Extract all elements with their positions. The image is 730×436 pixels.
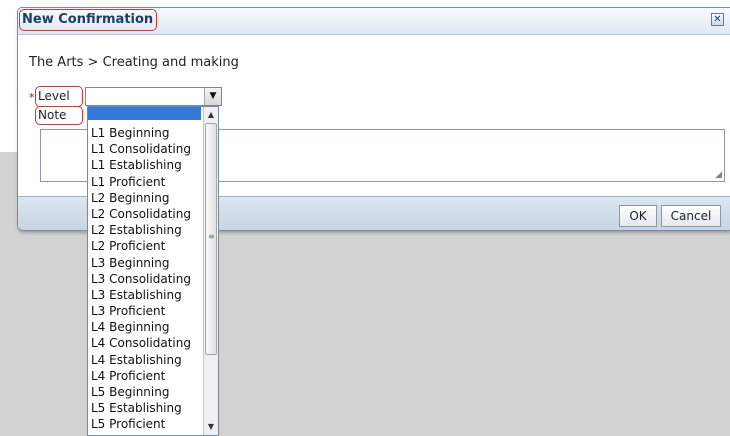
dropdown-option[interactable]: L3 Establishing bbox=[91, 287, 204, 303]
dropdown-option[interactable]: L4 Proficient bbox=[91, 368, 204, 384]
dialog-title: New Confirmation bbox=[22, 12, 154, 27]
dropdown-option[interactable]: L5 Beginning bbox=[91, 384, 204, 400]
dropdown-option[interactable]: L1 Consolidating bbox=[91, 141, 204, 157]
dropdown-option[interactable]: L1 Beginning bbox=[91, 125, 204, 141]
resize-grip-icon[interactable]: ◢ bbox=[715, 170, 722, 180]
dropdown-option[interactable]: L3 Proficient bbox=[91, 303, 204, 319]
dropdown-option[interactable]: L2 Beginning bbox=[91, 190, 204, 206]
dropdown-option[interactable]: L4 Consolidating bbox=[91, 335, 204, 351]
dropdown-selected-empty-option[interactable] bbox=[88, 107, 201, 120]
breadcrumb: The Arts > Creating and making bbox=[29, 55, 239, 70]
dropdown-option[interactable]: L5 Establishing bbox=[91, 400, 204, 416]
dropdown-option[interactable]: L3 Beginning bbox=[91, 255, 204, 271]
dropdown-option[interactable]: L1 Proficient bbox=[91, 174, 204, 190]
dropdown-option[interactable]: L3 Consolidating bbox=[91, 271, 204, 287]
dropdown-option[interactable]: L4 Beginning bbox=[91, 319, 204, 335]
dropdown-option[interactable]: L2 Proficient bbox=[91, 238, 204, 254]
chevron-down-icon[interactable]: ▼ bbox=[204, 88, 221, 105]
dropdown-option[interactable]: L1 Establishing bbox=[91, 157, 204, 173]
dialog-titlebar: New Confirmation ✕ bbox=[18, 8, 730, 35]
close-icon[interactable]: ✕ bbox=[711, 13, 724, 26]
dropdown-option[interactable]: L2 Consolidating bbox=[91, 206, 204, 222]
cancel-button[interactable]: Cancel bbox=[661, 205, 721, 227]
dropdown-option[interactable]: L5 Proficient bbox=[91, 416, 204, 432]
dropdown-option[interactable]: L4 Establishing bbox=[91, 352, 204, 368]
level-select[interactable]: ▼ bbox=[85, 87, 222, 106]
level-dropdown-list[interactable]: L1 Beginning L1 Consolidating L1 Establish… bbox=[87, 106, 219, 436]
ok-button[interactable]: OK bbox=[619, 205, 657, 227]
dropdown-options: L1 Beginning L1 Consolidating L1 Establish… bbox=[91, 125, 204, 433]
dropdown-option[interactable]: L2 Establishing bbox=[91, 222, 204, 238]
scroll-down-icon[interactable]: ▼ bbox=[204, 420, 218, 434]
level-label: Level bbox=[38, 89, 70, 103]
scrollbar-thumb[interactable]: ≡ bbox=[205, 123, 217, 355]
note-label: Note bbox=[38, 108, 67, 122]
required-marker: * bbox=[29, 91, 35, 104]
dropdown-scrollbar[interactable]: ▲ ≡ ▼ bbox=[203, 107, 218, 435]
grip-icon: ≡ bbox=[208, 232, 215, 241]
scroll-up-icon[interactable]: ▲ bbox=[204, 108, 218, 122]
